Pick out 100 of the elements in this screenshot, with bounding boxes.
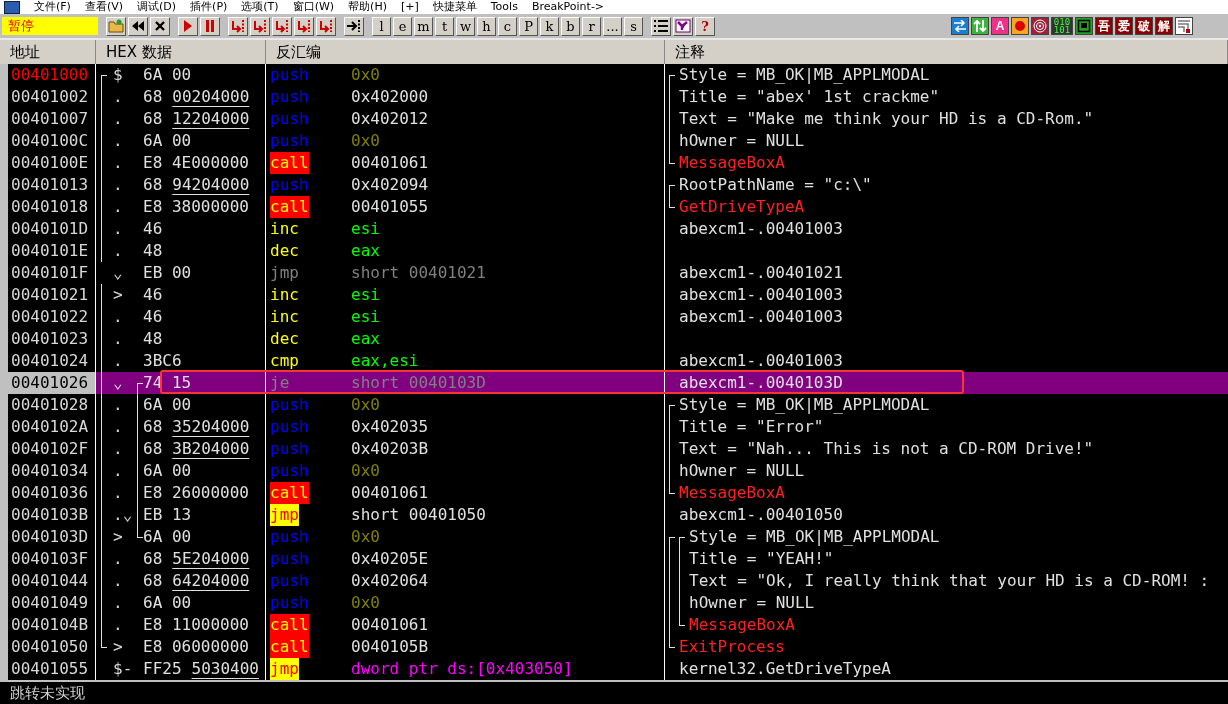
mnemonic: call <box>270 636 309 658</box>
mnemonic: jmp <box>270 504 299 526</box>
mnemonic: push <box>270 416 309 438</box>
column-header[interactable]: HEX 数据 <box>96 40 266 64</box>
mnemonic: push <box>270 108 309 130</box>
address: 00401026 <box>8 372 95 394</box>
plugin-button[interactable]: 吾 <box>1095 17 1113 35</box>
line-marker: . <box>113 153 123 172</box>
line-marker: . <box>113 109 123 128</box>
line-marker: . <box>113 131 123 150</box>
line-marker: . <box>113 241 123 260</box>
goto-icon[interactable] <box>344 16 364 36</box>
window-button[interactable]: r <box>582 16 601 36</box>
comment: Title = "abex' 1st crackme" <box>679 86 940 108</box>
plugin-button[interactable]: A <box>991 17 1009 35</box>
arrows-icon[interactable] <box>971 17 989 35</box>
binary-button[interactable]: 010 101 <box>1051 17 1073 35</box>
corner-icon[interactable] <box>1175 17 1193 35</box>
step-icon[interactable] <box>294 16 314 36</box>
plugin-button[interactable]: 爱 <box>1115 17 1133 35</box>
line-marker: . <box>113 549 123 568</box>
mnemonic: dec <box>270 240 299 262</box>
operand: 0x402000 <box>351 86 429 108</box>
address: 00401024 <box>10 350 90 372</box>
hex-bytes: 68 <box>143 548 163 570</box>
plugin-button[interactable]: 破 <box>1135 17 1153 35</box>
menu-item[interactable]: [+] <box>400 0 419 14</box>
line-marker: $- <box>113 659 133 678</box>
mnemonic: call <box>270 482 309 504</box>
window-button[interactable]: w <box>456 16 475 36</box>
window-button[interactable]: b <box>561 16 580 36</box>
address: 00401055 <box>10 658 90 680</box>
menu-item[interactable]: 帮助(H) <box>348 0 387 14</box>
comment: abexcm1-.00401003 <box>679 306 843 328</box>
open-icon[interactable] <box>106 16 126 36</box>
operand: 0x0 <box>351 130 380 152</box>
step-icon[interactable] <box>228 16 248 36</box>
menu-item[interactable]: 调试(D) <box>137 0 177 14</box>
hex-bytes: E8 4E000000 <box>143 152 249 174</box>
window-button[interactable]: e <box>393 16 412 36</box>
record-icon[interactable] <box>1011 17 1029 35</box>
mnemonic: push <box>270 526 309 548</box>
address: 00401022 <box>10 306 90 328</box>
window-button[interactable]: c <box>498 16 517 36</box>
comment: Text = "Make me think your HD is a CD-Rom." <box>679 108 1094 130</box>
window-button[interactable]: h <box>477 16 496 36</box>
help-button[interactable]: ? <box>695 16 715 36</box>
pause-icon[interactable] <box>200 16 220 36</box>
menu-item[interactable]: 窗口(W) <box>292 0 335 14</box>
address: 00401028 <box>10 394 90 416</box>
comment: abexcm1-.00401003 <box>679 218 843 240</box>
app-icon <box>4 0 20 14</box>
swap-icon[interactable] <box>951 17 969 35</box>
mnemonic: call <box>270 614 309 636</box>
hex-bytes: 3B204000 <box>172 438 250 460</box>
line-marker: . <box>113 87 123 106</box>
window-button[interactable]: k <box>540 16 559 36</box>
menu-item[interactable]: 插件(P) <box>190 0 228 14</box>
address: 00401023 <box>10 328 90 350</box>
address: 00401007 <box>10 108 90 130</box>
comment: abexcm1-.00401050 <box>679 504 843 526</box>
rewind-icon[interactable] <box>128 16 148 36</box>
line-marker: ⌄ <box>113 373 123 392</box>
window-icon[interactable] <box>1075 17 1093 35</box>
operand: 0x402012 <box>351 108 429 130</box>
address: 0040102F <box>10 438 90 460</box>
target-icon[interactable] <box>1031 17 1049 35</box>
hex-bytes: 68 <box>143 86 163 108</box>
window-button[interactable]: ... <box>603 16 622 36</box>
list-icon[interactable] <box>651 16 671 36</box>
menu-item[interactable]: Tools <box>490 0 518 14</box>
step-icon[interactable] <box>316 16 336 36</box>
hex-bytes: 68 <box>143 416 163 438</box>
step-icon[interactable] <box>272 16 292 36</box>
menu-item[interactable]: 查看(V) <box>84 0 124 14</box>
window-button[interactable]: s <box>624 16 643 36</box>
menu-item[interactable]: BreakPoint-> <box>531 0 605 14</box>
window-button[interactable]: l <box>372 16 391 36</box>
address: 00401018 <box>10 196 90 218</box>
tree-icon[interactable] <box>673 16 693 36</box>
hex-bytes: 46 <box>143 284 163 306</box>
play-icon[interactable] <box>178 16 198 36</box>
hex-bytes: EB 13 <box>143 504 192 526</box>
address: 0040103F <box>10 548 90 570</box>
column-header[interactable]: 反汇编 <box>266 40 665 64</box>
hex-bytes: 6A 00 <box>143 460 192 482</box>
address: 00401013 <box>10 174 90 196</box>
step-icon[interactable] <box>250 16 270 36</box>
column-header[interactable]: 注释 <box>665 40 1228 64</box>
plugin-button[interactable]: 解 <box>1155 17 1173 35</box>
menu-item[interactable]: 文件(F) <box>34 0 71 14</box>
comment: GetDriveTypeA <box>679 196 805 218</box>
window-button[interactable]: m <box>414 16 433 36</box>
window-button[interactable]: t <box>435 16 454 36</box>
menu-item[interactable]: 快捷菜单 <box>432 0 477 14</box>
line-marker: . <box>113 461 123 480</box>
close-icon[interactable] <box>150 16 170 36</box>
window-button[interactable]: P <box>519 16 538 36</box>
menu-item[interactable]: 选项(T) <box>241 0 279 14</box>
line-marker: . <box>113 197 123 216</box>
